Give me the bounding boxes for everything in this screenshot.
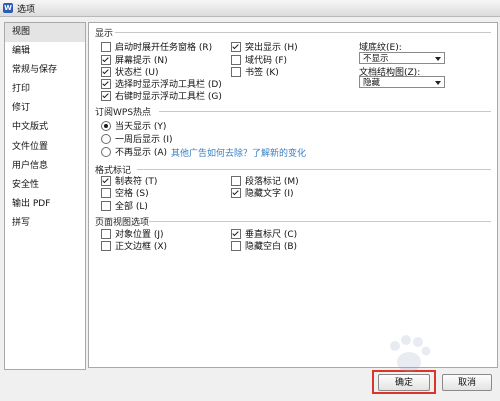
- checkbox-bookmarks[interactable]: 书签 (K): [231, 65, 279, 78]
- ad-removal-link[interactable]: 其他广告如何去除？了解新的变化: [171, 146, 306, 159]
- checkbox-box[interactable]: [101, 90, 111, 101]
- checkbox-float-toolbar-rightclick[interactable]: 右键时显示浮动工具栏 (G): [101, 89, 222, 102]
- sidebar-item-general-save[interactable]: 常规与保存: [5, 61, 85, 80]
- checkbox-all-marks[interactable]: 全部 (L): [101, 199, 148, 212]
- title-bar: W 选项: [0, 0, 500, 17]
- page-view-divider: [149, 221, 491, 222]
- view-options-panel: 显示 启动时展开任务窗格 (R) 屏幕提示 (N) 状态栏 (U) 选择时显示浮…: [88, 22, 498, 368]
- checkbox-expand-taskpane[interactable]: 启动时展开任务窗格 (R): [101, 40, 212, 53]
- doc-map-select[interactable]: 隐藏: [359, 76, 445, 88]
- checkbox-box[interactable]: [101, 200, 111, 211]
- sidebar-item-file-location[interactable]: 文件位置: [5, 138, 85, 157]
- checkbox-label: 正文边框 (X): [115, 242, 168, 252]
- checkbox-box[interactable]: [231, 41, 241, 52]
- options-sidebar: 视图 编辑 常规与保存 打印 修订 中文版式 文件位置 用户信息 安全性 输出 …: [4, 22, 86, 370]
- checkbox-text-boundaries[interactable]: 正文边框 (X): [101, 239, 167, 252]
- doc-map-value: 隐藏: [363, 78, 381, 88]
- radio-dot[interactable]: [101, 133, 111, 144]
- checkbox-box[interactable]: [101, 240, 111, 251]
- checkbox-box[interactable]: [231, 54, 241, 65]
- checkbox-box[interactable]: [231, 228, 241, 239]
- radio-dot[interactable]: [101, 146, 111, 157]
- radio-show-after-week[interactable]: 一周后显示 (I): [101, 132, 173, 145]
- checkbox-highlight[interactable]: 突出显示 (H): [231, 40, 298, 53]
- format-marks-divider: [137, 169, 491, 170]
- sidebar-item-security[interactable]: 安全性: [5, 176, 85, 195]
- checkbox-label: 启动时展开任务窗格 (R): [115, 43, 213, 53]
- dropdown-arrow-icon: [435, 57, 441, 61]
- checkbox-box[interactable]: [101, 175, 111, 186]
- checkbox-label: 突出显示 (H): [245, 43, 298, 53]
- checkbox-spaces[interactable]: 空格 (S): [101, 186, 149, 199]
- cancel-button[interactable]: 取消: [442, 374, 492, 391]
- radio-show-today[interactable]: 当天显示 (Y): [101, 119, 166, 132]
- checkbox-label: 隐藏空白 (B): [245, 242, 298, 252]
- radio-label: 一周后显示 (I): [115, 135, 173, 145]
- sidebar-item-edit[interactable]: 编辑: [5, 42, 85, 61]
- field-shading-value: 不显示: [363, 54, 389, 64]
- radio-dot[interactable]: [101, 120, 111, 131]
- checkbox-box[interactable]: [101, 54, 111, 65]
- checkbox-box[interactable]: [231, 240, 241, 251]
- checkbox-box[interactable]: [101, 78, 111, 89]
- sidebar-item-revision[interactable]: 修订: [5, 99, 85, 118]
- dropdown-arrow-icon: [435, 81, 441, 85]
- display-section-title: 显示: [95, 29, 114, 39]
- sidebar-item-export-pdf[interactable]: 输出 PDF: [5, 195, 85, 214]
- sidebar-item-chinese-layout[interactable]: 中文版式: [5, 118, 85, 137]
- checkbox-label: 书签 (K): [245, 68, 279, 78]
- checkbox-box[interactable]: [231, 175, 241, 186]
- checkbox-label: 空格 (S): [115, 189, 149, 199]
- display-divider: [115, 32, 491, 33]
- checkbox-label: 隐藏文字 (I): [245, 189, 294, 199]
- checkbox-hidden-text[interactable]: 隐藏文字 (I): [231, 186, 294, 199]
- radio-never-show[interactable]: 不再显示 (A): [101, 145, 167, 158]
- checkbox-label: 全部 (L): [115, 202, 148, 212]
- sidebar-item-print[interactable]: 打印: [5, 80, 85, 99]
- sidebar-item-view[interactable]: 视图: [5, 23, 85, 43]
- field-shading-select[interactable]: 不显示: [359, 52, 445, 64]
- ok-button[interactable]: 确定: [378, 374, 430, 391]
- window-title: 选项: [17, 4, 36, 15]
- checkbox-box[interactable]: [101, 66, 111, 77]
- radio-label: 不再显示 (A): [115, 148, 168, 158]
- radio-label: 当天显示 (Y): [115, 122, 167, 132]
- checkbox-box[interactable]: [101, 187, 111, 198]
- sidebar-item-user-info[interactable]: 用户信息: [5, 157, 85, 176]
- checkbox-box[interactable]: [101, 41, 111, 52]
- wps-hot-section-title: 订阅WPS热点: [95, 108, 152, 118]
- wps-app-icon: W: [3, 3, 13, 13]
- checkbox-hide-whitespace[interactable]: 隐藏空白 (B): [231, 239, 297, 252]
- checkbox-box[interactable]: [231, 187, 241, 198]
- checkbox-box[interactable]: [231, 66, 241, 77]
- checkbox-label: 右键时显示浮动工具栏 (G): [115, 92, 222, 102]
- sidebar-item-spelling[interactable]: 拼写: [5, 214, 85, 233]
- wps-hot-divider: [159, 111, 491, 112]
- checkbox-box[interactable]: [101, 228, 111, 239]
